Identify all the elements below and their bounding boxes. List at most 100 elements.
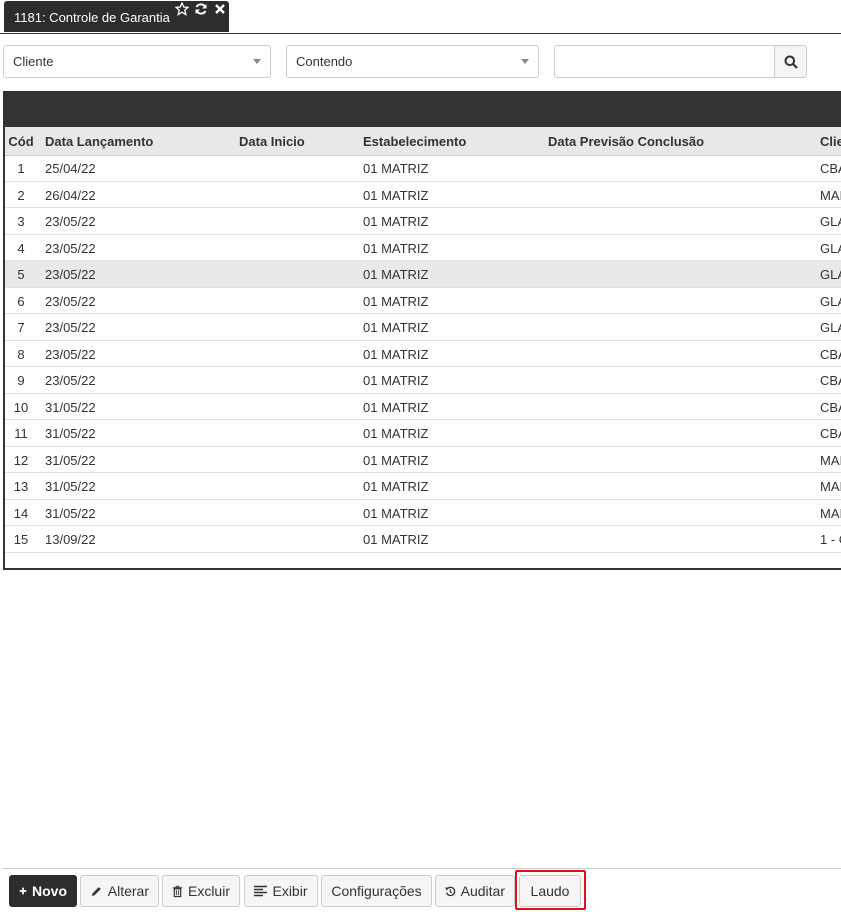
cell-cliente: MAI <box>820 479 841 494</box>
cell-cliente: MAI <box>820 452 841 468</box>
table-row[interactable]: 5 23/05/22 01 MATRIZ GLA <box>5 261 841 288</box>
cell-estabelecimento: 01 MATRIZ <box>363 452 429 468</box>
data-grid: Cód Data Lançamento Data Inicio Estabele… <box>3 91 841 570</box>
cell-estabelecimento: 01 MATRIZ <box>363 320 429 335</box>
plus-icon <box>19 887 27 895</box>
cell-cliente: CBA <box>820 161 841 176</box>
search-button[interactable] <box>774 45 807 78</box>
column-header-cliente[interactable]: Clie <box>820 134 841 149</box>
cell-data-lancamento: 31/05/22 <box>45 399 96 415</box>
column-header-data-previsao[interactable]: Data Previsão Conclusão <box>548 134 704 149</box>
search-icon <box>784 55 798 69</box>
table-row[interactable]: 1 25/04/22 01 MATRIZ CBA <box>5 155 841 182</box>
cell-cod: 2 <box>17 187 25 203</box>
close-icon[interactable] <box>213 2 227 16</box>
cell-estabelecimento: 01 MATRIZ <box>363 187 429 203</box>
column-header-data-inicio[interactable]: Data Inicio <box>239 134 305 149</box>
cell-cliente: CBA <box>820 399 841 415</box>
cell-cod: 7 <box>17 320 25 335</box>
chevron-down-icon <box>521 59 529 64</box>
auditar-label: Auditar <box>460 883 505 899</box>
pencil-icon <box>91 886 101 896</box>
grid-header: Cód Data Lançamento Data Inicio Estabele… <box>5 127 841 156</box>
cell-cliente: GLA <box>820 214 841 229</box>
table-row[interactable]: 3 23/05/22 01 MATRIZ GLA <box>5 208 841 235</box>
table-row[interactable]: 9 23/05/22 01 MATRIZ CBA <box>5 367 841 394</box>
cell-cliente: 1 - C <box>820 532 841 547</box>
table-row[interactable]: 14 31/05/22 01 MATRIZ MAI <box>5 500 841 526</box>
chevron-down-icon <box>253 59 261 64</box>
tab-controle-garantia[interactable]: 1181: Controle de Garantia <box>4 1 229 32</box>
refresh-icon[interactable] <box>194 2 208 16</box>
cell-cod: 5 <box>17 267 25 282</box>
cell-cliente: CBA <box>820 346 841 362</box>
table-row[interactable]: 8 23/05/22 01 MATRIZ CBA <box>5 341 841 367</box>
cell-estabelecimento: 01 MATRIZ <box>363 399 429 415</box>
cell-data-lancamento: 26/04/22 <box>45 187 96 203</box>
table-row[interactable]: 12 31/05/22 01 MATRIZ MAI <box>5 447 841 473</box>
cell-cliente: MAI <box>820 505 841 521</box>
excluir-button[interactable]: Excluir <box>162 875 240 907</box>
align-left-icon <box>254 885 268 897</box>
table-row[interactable]: 7 23/05/22 01 MATRIZ GLA <box>5 314 841 341</box>
star-icon[interactable] <box>174 1 190 16</box>
tab-bar: 1181: Controle de Garantia <box>0 0 841 34</box>
laudo-highlight-box <box>515 870 586 910</box>
table-row[interactable]: 13 31/05/22 01 MATRIZ MAI <box>5 473 841 500</box>
cell-data-lancamento: 23/05/22 <box>45 240 96 256</box>
cell-cod: 9 <box>17 373 25 388</box>
excluir-label: Excluir <box>187 883 230 899</box>
novo-button[interactable]: Novo <box>9 875 77 907</box>
cell-data-lancamento: 13/09/22 <box>45 532 96 547</box>
cell-cod: 3 <box>17 214 25 229</box>
column-header-data-lancamento[interactable]: Data Lançamento <box>45 134 153 149</box>
field-select-value: Cliente <box>13 54 54 69</box>
cell-data-lancamento: 31/05/22 <box>45 505 96 521</box>
cell-estabelecimento: 01 MATRIZ <box>363 214 429 229</box>
history-icon <box>445 886 456 896</box>
cell-data-lancamento: 23/05/22 <box>45 373 96 388</box>
cell-cliente: CBA <box>820 373 841 388</box>
cell-cod: 15 <box>13 532 29 547</box>
search-input[interactable] <box>554 45 775 78</box>
tab-icons <box>174 1 227 16</box>
cell-data-lancamento: 31/05/22 <box>45 452 96 468</box>
cell-estabelecimento: 01 MATRIZ <box>363 426 429 441</box>
exibir-button[interactable]: Exibir <box>244 875 318 907</box>
configuracoes-button[interactable]: Configurações <box>321 875 432 907</box>
cell-data-lancamento: 23/05/22 <box>45 346 96 362</box>
cell-data-lancamento: 31/05/22 <box>45 479 96 494</box>
column-header-estabelecimento[interactable]: Estabelecimento <box>363 134 466 149</box>
trash-icon <box>172 885 183 897</box>
field-select[interactable]: Cliente <box>3 45 271 78</box>
table-row[interactable]: 2 26/04/22 01 MATRIZ MAI <box>5 182 841 208</box>
cell-estabelecimento: 01 MATRIZ <box>363 161 429 176</box>
cell-estabelecimento: 01 MATRIZ <box>363 373 429 388</box>
cell-cod: 8 <box>17 346 25 362</box>
table-row[interactable]: 10 31/05/22 01 MATRIZ CBA <box>5 394 841 420</box>
table-row[interactable]: 15 13/09/22 01 MATRIZ 1 - C <box>5 526 841 553</box>
cell-cod: 10 <box>13 399 29 415</box>
cell-cliente: GLA <box>820 320 841 335</box>
cell-cliente: GLA <box>820 240 841 256</box>
alterar-label: Alterar <box>107 883 149 899</box>
mode-select[interactable]: Contendo <box>286 45 539 78</box>
cell-data-lancamento: 23/05/22 <box>45 293 96 309</box>
cell-estabelecimento: 01 MATRIZ <box>363 505 429 521</box>
cell-cod: 14 <box>13 505 29 521</box>
tab-title: 1181: Controle de Garantia <box>14 10 170 25</box>
cell-estabelecimento: 01 MATRIZ <box>363 240 429 256</box>
cell-cod: 13 <box>13 479 29 494</box>
cell-cliente: GLA <box>820 267 841 282</box>
cell-cod: 4 <box>17 240 25 256</box>
cell-estabelecimento: 01 MATRIZ <box>363 532 429 547</box>
table-row[interactable]: 11 31/05/22 01 MATRIZ CBA <box>5 420 841 447</box>
table-row[interactable]: 6 23/05/22 01 MATRIZ GLA <box>5 288 841 314</box>
cell-data-lancamento: 23/05/22 <box>45 320 96 335</box>
column-header-cod[interactable]: Cód <box>5 134 37 149</box>
table-row[interactable]: 4 23/05/22 01 MATRIZ GLA <box>5 235 841 261</box>
cell-cliente: MAI <box>820 187 841 203</box>
cell-data-lancamento: 25/04/22 <box>45 161 96 176</box>
auditar-button[interactable]: Auditar <box>435 875 515 907</box>
alterar-button[interactable]: Alterar <box>80 875 159 907</box>
